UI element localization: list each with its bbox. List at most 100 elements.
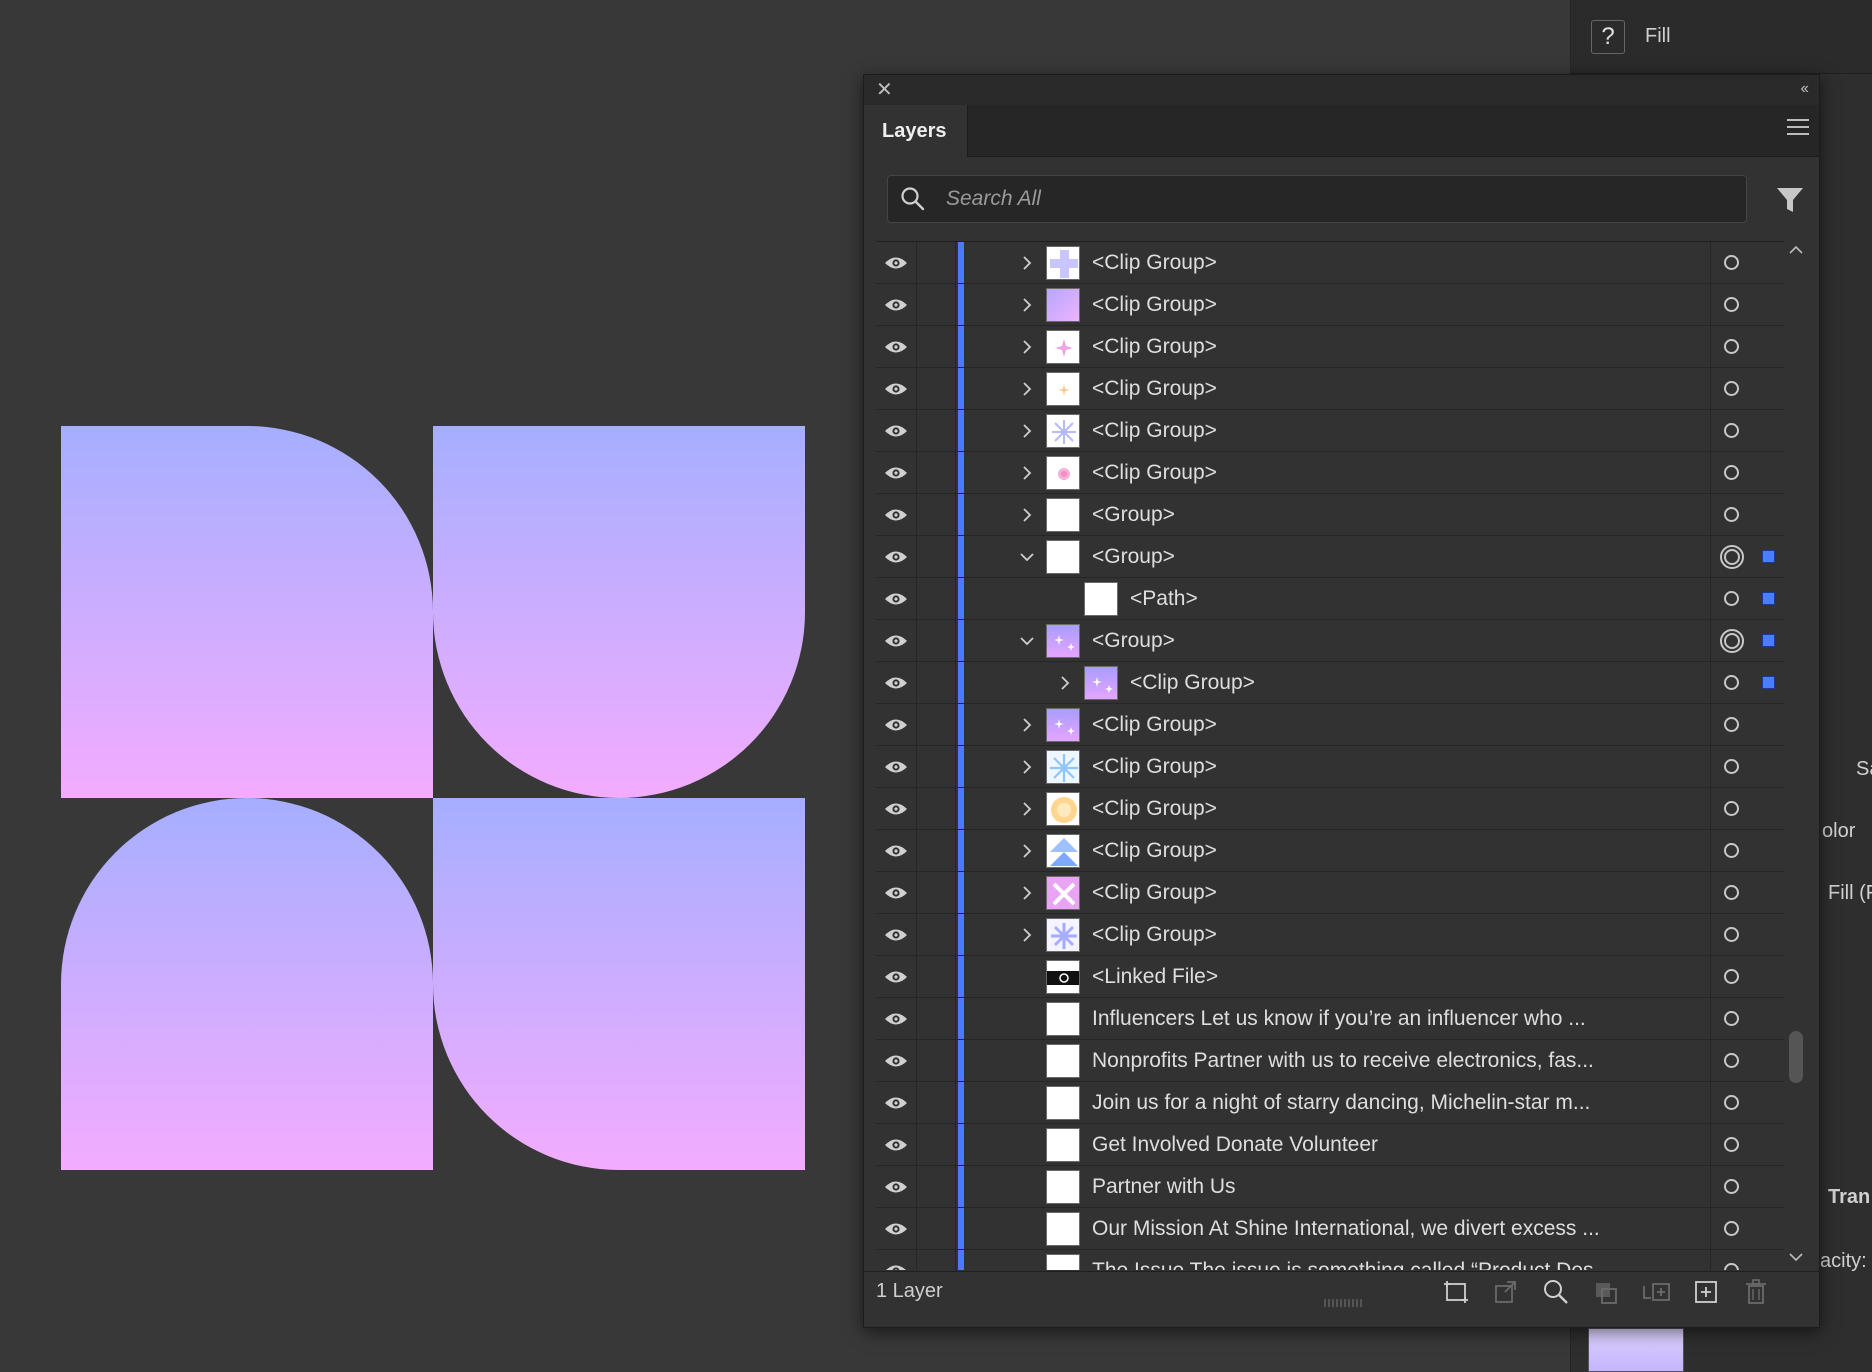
lock-toggle[interactable] — [916, 872, 956, 913]
layer-row[interactable]: <Group> — [876, 494, 1784, 536]
layer-row[interactable]: <Clip Group> — [876, 410, 1784, 452]
target-icon[interactable] — [1710, 914, 1752, 955]
chevron-right-icon[interactable] — [1014, 284, 1040, 325]
visibility-eye-icon[interactable] — [876, 1166, 916, 1207]
lock-toggle[interactable] — [916, 998, 956, 1039]
target-icon[interactable] — [1710, 1124, 1752, 1165]
selection-indicator[interactable] — [1752, 704, 1784, 745]
locate-object-icon[interactable] — [1541, 1278, 1571, 1306]
layer-row[interactable]: <Clip Group> — [876, 914, 1784, 956]
lock-toggle[interactable] — [916, 620, 956, 661]
selection-indicator[interactable] — [1752, 872, 1784, 913]
layer-row[interactable]: <Clip Group> — [876, 830, 1784, 872]
layer-name[interactable]: <Clip Group> — [1092, 881, 1710, 905]
layer-row[interactable]: <Clip Group> — [876, 872, 1784, 914]
chevron-right-icon[interactable] — [1014, 494, 1040, 535]
lock-toggle[interactable] — [916, 536, 956, 577]
selection-indicator[interactable] — [1752, 1208, 1784, 1249]
visibility-eye-icon[interactable] — [876, 494, 916, 535]
target-icon[interactable] — [1710, 620, 1752, 661]
create-new-layer-icon[interactable] — [1691, 1278, 1721, 1306]
create-sublayer-icon[interactable] — [1641, 1278, 1671, 1306]
chevron-right-icon[interactable] — [1014, 368, 1040, 409]
selection-indicator[interactable] — [1752, 368, 1784, 409]
scrollbar[interactable] — [1784, 241, 1808, 1270]
lock-toggle[interactable] — [916, 368, 956, 409]
layer-row[interactable]: <Clip Group> — [876, 788, 1784, 830]
layer-row[interactable]: <Group> — [876, 536, 1784, 578]
target-icon[interactable] — [1710, 410, 1752, 451]
layer-name[interactable]: <Clip Group> — [1092, 377, 1710, 401]
selection-indicator[interactable] — [1752, 326, 1784, 367]
lock-toggle[interactable] — [916, 410, 956, 451]
layer-name[interactable]: <Clip Group> — [1092, 923, 1710, 947]
lock-toggle[interactable] — [916, 578, 956, 619]
visibility-eye-icon[interactable] — [876, 452, 916, 493]
chevron-right-icon[interactable] — [1014, 242, 1040, 283]
layer-name[interactable]: The Issue The issue is something called … — [1092, 1259, 1710, 1271]
lock-toggle[interactable] — [916, 788, 956, 829]
selection-indicator[interactable] — [1752, 1166, 1784, 1207]
visibility-eye-icon[interactable] — [876, 284, 916, 325]
layer-name[interactable]: <Clip Group> — [1092, 251, 1710, 275]
selection-indicator[interactable] — [1752, 452, 1784, 493]
layer-name[interactable]: Partner with Us — [1092, 1175, 1710, 1199]
lock-toggle[interactable] — [916, 746, 956, 787]
delete-icon[interactable] — [1741, 1278, 1771, 1306]
lock-toggle[interactable] — [916, 1166, 956, 1207]
target-icon[interactable] — [1710, 452, 1752, 493]
lock-toggle[interactable] — [916, 830, 956, 871]
chevron-right-icon[interactable] — [1014, 410, 1040, 451]
target-icon[interactable] — [1710, 746, 1752, 787]
scroll-down-icon[interactable] — [1787, 1250, 1805, 1264]
visibility-eye-icon[interactable] — [876, 1082, 916, 1123]
chevron-right-icon[interactable] — [1014, 872, 1040, 913]
layer-row[interactable]: Partner with Us — [876, 1166, 1784, 1208]
layer-name[interactable]: Join us for a night of starry dancing, M… — [1092, 1091, 1710, 1115]
lock-toggle[interactable] — [916, 494, 956, 535]
visibility-eye-icon[interactable] — [876, 998, 916, 1039]
close-icon[interactable]: ✕ — [876, 79, 893, 101]
layer-name[interactable]: <Group> — [1092, 629, 1710, 653]
chevron-down-icon[interactable] — [1014, 620, 1040, 661]
visibility-eye-icon[interactable] — [876, 788, 916, 829]
visibility-eye-icon[interactable] — [876, 746, 916, 787]
layer-row[interactable]: <Group> — [876, 620, 1784, 662]
layer-row[interactable]: <Clip Group> — [876, 284, 1784, 326]
lock-toggle[interactable] — [916, 452, 956, 493]
chevron-right-icon[interactable] — [1014, 788, 1040, 829]
lock-toggle[interactable] — [916, 1124, 956, 1165]
layer-name[interactable]: <Clip Group> — [1092, 713, 1710, 737]
layer-row[interactable]: <Clip Group> — [876, 452, 1784, 494]
target-icon[interactable] — [1710, 998, 1752, 1039]
target-icon[interactable] — [1710, 536, 1752, 577]
layer-row[interactable]: Nonprofits Partner with us to receive el… — [876, 1040, 1784, 1082]
target-icon[interactable] — [1710, 704, 1752, 745]
selection-indicator[interactable] — [1752, 662, 1784, 703]
selection-indicator[interactable] — [1752, 1040, 1784, 1081]
layer-row[interactable]: Get Involved Donate Volunteer — [876, 1124, 1784, 1166]
layer-name[interactable]: <Clip Group> — [1092, 797, 1710, 821]
lock-toggle[interactable] — [916, 956, 956, 997]
panel-menu-icon[interactable] — [1787, 119, 1809, 139]
help-icon[interactable]: ? — [1591, 19, 1625, 54]
layer-row[interactable]: Our Mission At Shine International, we d… — [876, 1208, 1784, 1250]
layer-row[interactable]: <Clip Group> — [876, 242, 1784, 284]
canvas-artwork[interactable] — [61, 426, 805, 1170]
layer-name[interactable]: <Clip Group> — [1092, 839, 1710, 863]
layer-name[interactable]: <Clip Group> — [1092, 419, 1710, 443]
target-icon[interactable] — [1710, 494, 1752, 535]
collapse-panel-icon[interactable]: ‹‹ — [1800, 80, 1809, 98]
selection-indicator[interactable] — [1752, 410, 1784, 451]
chevron-right-icon[interactable] — [1014, 452, 1040, 493]
layer-name[interactable]: Get Involved Donate Volunteer — [1092, 1133, 1710, 1157]
layer-name[interactable]: Our Mission At Shine International, we d… — [1092, 1217, 1710, 1241]
search-input[interactable] — [946, 187, 1706, 211]
layer-row[interactable]: <Clip Group> — [876, 368, 1784, 410]
visibility-eye-icon[interactable] — [876, 536, 916, 577]
lock-toggle[interactable] — [916, 704, 956, 745]
chevron-right-icon[interactable] — [1014, 830, 1040, 871]
layer-row[interactable]: Influencers Let us know if you’re an inf… — [876, 998, 1784, 1040]
layer-row[interactable]: <Path> — [876, 578, 1784, 620]
layer-name[interactable]: Influencers Let us know if you’re an inf… — [1092, 1007, 1710, 1031]
